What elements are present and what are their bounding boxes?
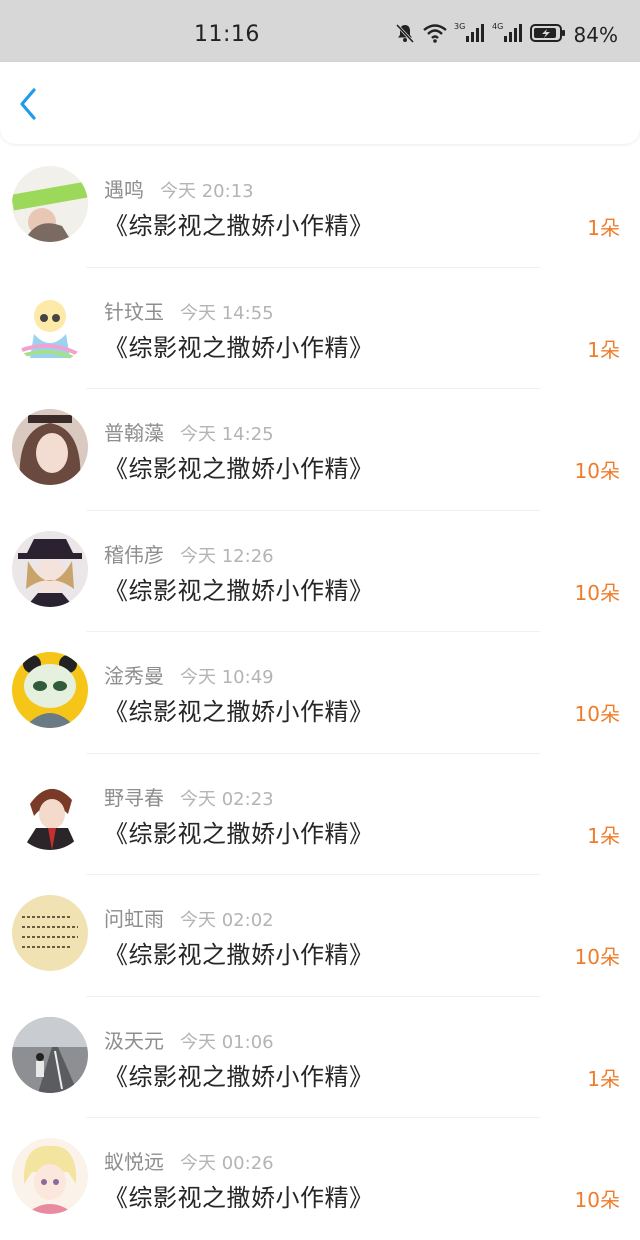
book-title: 《综影视之撒娇小作精》 [104, 333, 374, 362]
status-bar: 11:16 3G 4G 84% [0, 0, 640, 62]
avatar-green-sign-image [12, 166, 88, 242]
header-bar [0, 62, 640, 144]
wifi-icon [422, 22, 448, 48]
timestamp: 今天 10:49 [180, 667, 274, 688]
avatar-girl-photo-image [12, 409, 88, 485]
user-name: 淦秀曼 [104, 664, 164, 688]
avatar[interactable] [12, 895, 88, 971]
avatar[interactable] [12, 287, 88, 364]
book-title: 《综影视之撒娇小作精》 [104, 698, 374, 726]
list-item[interactable]: 蚁悦远 今天 00:26 《综影视之撒娇小作精》 10朵 [0, 1118, 640, 1240]
timestamp: 今天 02:23 [180, 788, 274, 810]
avatar-anime-boy-image [12, 773, 88, 850]
battery-percentage: 84% [573, 23, 618, 47]
svg-text:3G: 3G [454, 22, 465, 31]
avatar[interactable] [12, 1138, 88, 1214]
avatar-anime-blonde-image [12, 1138, 88, 1214]
signal-3g-icon: 3G [454, 21, 486, 49]
avatar[interactable] [12, 409, 88, 485]
flower-amount: 10朵 [574, 945, 620, 969]
user-name: 遇鸣 [104, 178, 144, 202]
flower-amount: 10朵 [574, 1188, 620, 1212]
list-item[interactable]: 针玟玉 今天 14:55 《综影视之撒娇小作精》 1朵 [0, 268, 640, 389]
flower-amount: 1朵 [587, 1066, 620, 1091]
list-item[interactable]: 问虹雨 今天 02:02 《综影视之撒娇小作精》 10朵 [0, 875, 640, 997]
book-title: 《综影视之撒娇小作精》 [104, 1184, 374, 1212]
list-item[interactable]: 淦秀曼 今天 10:49 《综影视之撒娇小作精》 10朵 [0, 632, 640, 754]
timestamp: 今天 12:26 [180, 545, 274, 567]
timestamp: 今天 14:25 [180, 424, 274, 445]
book-title: 《综影视之撒娇小作精》 [104, 819, 374, 848]
list-item[interactable]: 野寻春 今天 02:23 《综影视之撒娇小作精》 1朵 [0, 754, 640, 875]
avatar-road-photo-image [12, 1016, 88, 1093]
user-name: 汲天元 [104, 1028, 164, 1053]
flower-amount: 1朵 [587, 337, 620, 362]
book-title: 《综影视之撒娇小作精》 [104, 1062, 374, 1091]
user-name: 蚁悦远 [104, 1150, 164, 1174]
book-title: 《综影视之撒娇小作精》 [104, 212, 374, 240]
avatar[interactable] [12, 652, 88, 728]
avatar[interactable] [12, 1016, 88, 1093]
book-title: 《综影视之撒娇小作精》 [104, 576, 374, 605]
avatar[interactable] [12, 773, 88, 850]
timestamp: 今天 14:55 [180, 302, 274, 324]
avatar-panda-image [12, 652, 88, 728]
battery-icon [529, 23, 566, 47]
avatar[interactable] [12, 530, 88, 607]
avatar-anime-hat-image [12, 530, 88, 607]
user-name: 野寻春 [104, 785, 164, 810]
status-time: 11:16 [194, 22, 260, 47]
back-button[interactable] [12, 84, 46, 124]
svg-text:4G: 4G [492, 22, 503, 31]
flower-amount: 10朵 [574, 580, 620, 605]
flower-amount: 1朵 [587, 823, 620, 848]
signal-4g-icon: 4G [492, 21, 524, 49]
book-title: 《综影视之撒娇小作精》 [104, 941, 374, 969]
timestamp: 今天 20:13 [160, 181, 254, 202]
user-name: 针玟玉 [104, 299, 164, 324]
back-arrow-icon [20, 88, 36, 120]
avatar[interactable] [12, 166, 88, 242]
flower-amount: 1朵 [587, 216, 620, 240]
list-item[interactable]: 汲天元 今天 01:06 《综影视之撒娇小作精》 1朵 [0, 997, 640, 1118]
timestamp: 今天 01:06 [180, 1031, 274, 1053]
user-name: 普翰藻 [104, 421, 164, 445]
mute-bell-icon [394, 22, 416, 48]
user-name: 问虹雨 [104, 907, 164, 931]
timestamp: 今天 00:26 [180, 1153, 274, 1174]
flower-amount: 10朵 [574, 702, 620, 726]
avatar-text-note-image [12, 895, 88, 971]
avatar-cartoon-girl-image [12, 287, 88, 364]
user-name: 稽伟彦 [104, 542, 164, 567]
list-item[interactable]: 普翰藻 今天 14:25 《综影视之撒娇小作精》 10朵 [0, 389, 640, 511]
gift-record-list: 遇鸣 今天 20:13 《综影视之撒娇小作精》 1朵 针玟玉 今天 14:55 … [0, 146, 640, 1240]
list-item[interactable]: 遇鸣 今天 20:13 《综影视之撒娇小作精》 1朵 [0, 146, 640, 268]
list-item[interactable]: 稽伟彦 今天 12:26 《综影视之撒娇小作精》 10朵 [0, 511, 640, 632]
status-icons: 3G 4G 84% [394, 22, 618, 48]
flower-amount: 10朵 [574, 459, 620, 483]
timestamp: 今天 02:02 [180, 910, 274, 931]
book-title: 《综影视之撒娇小作精》 [104, 455, 374, 483]
